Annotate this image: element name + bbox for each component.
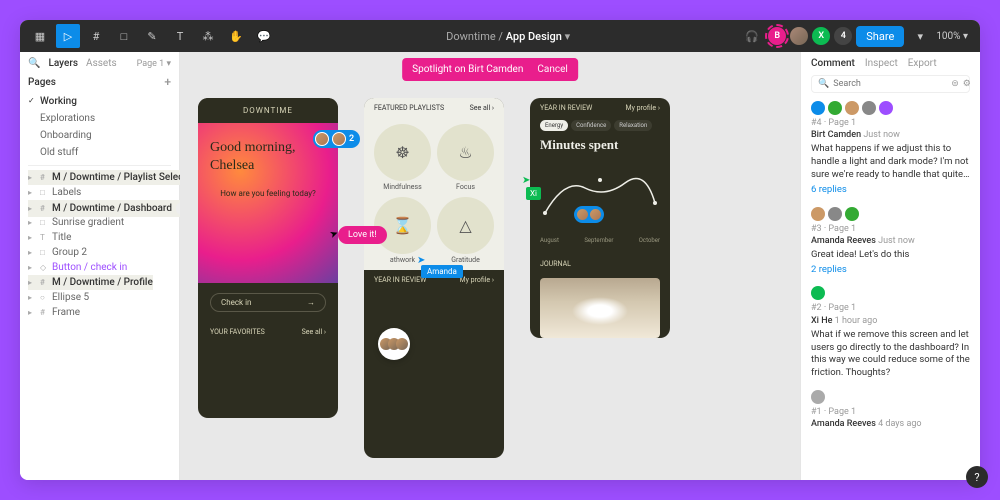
pen-tool-icon[interactable]: ✎ xyxy=(140,24,164,48)
multiplayer-cluster[interactable] xyxy=(378,328,410,360)
chart-title: Minutes spent xyxy=(530,131,670,159)
tab-assets[interactable]: Assets xyxy=(86,58,117,69)
layer-item[interactable]: ▸□Group 2 xyxy=(28,245,171,260)
brand: DOWNTIME xyxy=(198,98,338,123)
main-menu-icon[interactable]: ▦ xyxy=(28,24,52,48)
spotlight-cancel[interactable]: Cancel xyxy=(537,64,567,75)
tab-comment[interactable]: Comment xyxy=(811,58,855,69)
pill[interactable]: Relaxation xyxy=(614,120,652,131)
multiplayer-pill[interactable] xyxy=(574,206,604,223)
cursor-icon xyxy=(330,222,338,241)
page-item[interactable]: Onboarding xyxy=(28,127,171,144)
add-page-icon[interactable]: + xyxy=(164,75,171,89)
presence-avatars: B X 4 xyxy=(768,27,852,45)
move-tool-icon[interactable]: ▷ xyxy=(56,24,80,48)
layer-item[interactable]: ▸□Labels xyxy=(28,185,171,200)
layer-item[interactable]: ▸○Ellipse 5 xyxy=(28,290,171,305)
layer-item[interactable]: ▸#Frame xyxy=(28,305,171,320)
zoom-level[interactable]: 100% ▾ xyxy=(936,31,968,42)
filter-icon[interactable]: ⚙ xyxy=(963,79,971,89)
page-item[interactable]: Old stuff xyxy=(28,144,171,161)
audio-icon[interactable]: 🎧 xyxy=(740,24,764,48)
pages-header: Pages xyxy=(28,77,56,88)
playlist-label: Mindfulness xyxy=(374,183,431,191)
layer-item[interactable]: ▸TTitle xyxy=(28,230,171,245)
comment-search[interactable]: 🔍 ⊜ ⚙ xyxy=(811,75,970,93)
layer-item[interactable]: ▸#M / Downtime / Playlist Selector xyxy=(28,170,180,185)
layers-panel: 🔍 Layers Assets Page 1 ▾ Pages + WorkingE… xyxy=(20,52,180,480)
avatar[interactable]: B xyxy=(768,27,786,45)
tab-layers[interactable]: Layers xyxy=(48,58,78,69)
greeting-sub: How are you feeling today? xyxy=(210,189,326,198)
avatar[interactable] xyxy=(790,27,808,45)
page-item[interactable]: Explorations xyxy=(28,110,171,127)
comment-item[interactable]: #1 · Page 1Amanda Reeves 4 days ago xyxy=(811,390,970,432)
share-button[interactable]: Share xyxy=(856,26,904,47)
playlist-icon[interactable]: ♨ xyxy=(437,124,494,181)
playlist-icon[interactable]: ⌛ xyxy=(374,197,431,254)
comment-item[interactable]: #4 · Page 1Birt Camden Just nowWhat happ… xyxy=(811,101,970,197)
canvas[interactable]: Spotlight on Birt Camden Cancel M / Down… xyxy=(180,52,800,480)
playlist-label: Focus xyxy=(437,183,494,191)
pill[interactable]: Confidence xyxy=(571,120,611,131)
text-tool-icon[interactable]: T xyxy=(168,24,192,48)
avatar-more[interactable]: 4 xyxy=(834,27,852,45)
pill[interactable]: Energy xyxy=(540,120,568,131)
line-chart xyxy=(540,163,660,233)
spotlight-banner: Spotlight on Birt Camden Cancel xyxy=(402,58,578,81)
main-toolbar: ▦ ▷ # □ ✎ T ⁂ ✋ 💬 Downtime / App Design … xyxy=(20,20,980,52)
frame-tool-icon[interactable]: # xyxy=(84,24,108,48)
comments-panel: Comment Inspect Export 🔍 ⊜ ⚙ #4 · Page 1… xyxy=(800,52,980,480)
sort-icon[interactable]: ⊜ xyxy=(951,79,959,89)
comment-item[interactable]: #3 · Page 1Amanda Reeves Just nowGreat i… xyxy=(811,207,970,277)
reaction-pill: Love it! xyxy=(338,226,387,244)
checkin-button[interactable]: Check in→ xyxy=(210,293,326,312)
shape-tool-icon[interactable]: □ xyxy=(112,24,136,48)
layer-item[interactable]: ▸◇Button / check in xyxy=(28,260,171,275)
multiplayer-pill[interactable]: 2 xyxy=(313,130,360,148)
tab-export[interactable]: Export xyxy=(908,58,937,69)
frame-playlist[interactable]: M / Downtime / Playlist Selector FEATURE… xyxy=(364,98,504,458)
layer-item[interactable]: ▸□Sunrise gradient xyxy=(28,215,171,230)
layer-item[interactable]: ▸#M / Downtime / Dashboard xyxy=(28,200,180,217)
present-icon[interactable]: ▾ xyxy=(908,24,932,48)
spotlight-text: Spotlight on Birt Camden xyxy=(412,64,523,75)
tab-inspect[interactable]: Inspect xyxy=(865,58,898,69)
search-icon: 🔍 xyxy=(818,79,829,89)
playlist-icon[interactable]: △ xyxy=(437,197,494,254)
cursor-xi: ➤Xi xyxy=(522,168,541,200)
page-selector[interactable]: Page 1 ▾ xyxy=(137,59,171,69)
hand-tool-icon[interactable]: ✋ xyxy=(224,24,248,48)
file-title[interactable]: Downtime / App Design ▾ xyxy=(280,30,736,43)
playlist-icon[interactable]: ☸ xyxy=(374,124,431,181)
comment-tool-icon[interactable]: 💬 xyxy=(252,24,276,48)
greeting: Good morning, Chelsea xyxy=(210,139,326,175)
search-icon[interactable]: 🔍 xyxy=(28,58,40,69)
page-item[interactable]: Working xyxy=(28,93,171,110)
avatar[interactable]: X xyxy=(812,27,830,45)
resources-icon[interactable]: ⁂ xyxy=(196,24,220,48)
search-input[interactable] xyxy=(833,79,947,89)
layer-item[interactable]: ▸#M / Downtime / Profile xyxy=(28,275,153,290)
comment-item[interactable]: #2 · Page 1Xi He 1 hour agoWhat if we re… xyxy=(811,286,970,380)
cursor-amanda: ➤Amanda xyxy=(417,248,463,278)
journal-image xyxy=(540,278,660,338)
